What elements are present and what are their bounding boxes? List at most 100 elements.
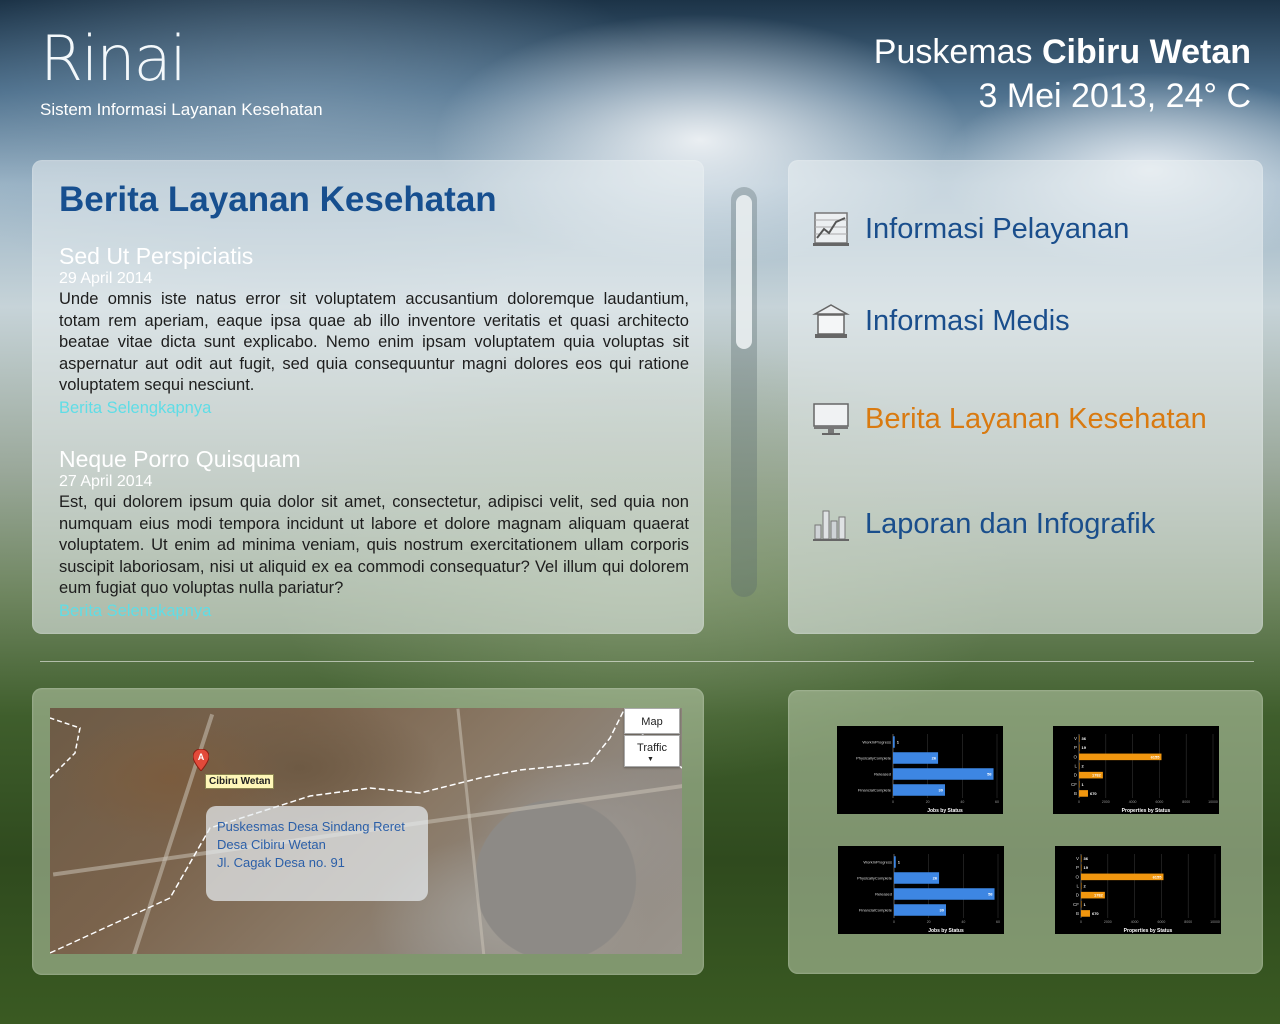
traffic-label: Traffic [637, 742, 667, 754]
bar [1081, 910, 1090, 917]
bar [1079, 780, 1080, 788]
category-label: B [1076, 911, 1079, 916]
menu-label: Informasi Pelayanan [865, 212, 1130, 245]
category-label: B [1074, 791, 1077, 796]
chart-title: Jobs by Status [928, 928, 964, 934]
x-tick-label: 0 [892, 800, 894, 804]
data-label: 36 [1084, 856, 1089, 861]
info-line: Desa Cibiru Wetan [217, 837, 326, 852]
map-info-window: Puskesmas Desa Sindang Reret Desa Cibiru… [206, 806, 428, 901]
x-tick-label: 8000 [1184, 920, 1192, 924]
chart-title: Properties by Status [1122, 808, 1171, 814]
x-tick-label: 60 [995, 800, 999, 804]
bar-chart-icon [812, 505, 850, 543]
read-more-link[interactable]: Berita Selengkapnya [59, 600, 689, 622]
x-tick-label: 40 [961, 920, 965, 924]
app-logo: Rinai [40, 22, 187, 95]
menu-label: Berita Layanan Kesehatan [865, 402, 1207, 435]
article-title: Neque Porro Quisquam [59, 446, 301, 472]
article-date: 29 April 2014 [59, 270, 153, 287]
bar-chart: 0 20 40 60 WorkInProgress 1 PhysicallyComplete… [856, 734, 999, 814]
read-more-link[interactable]: Berita Selengkapnya [59, 397, 689, 419]
news-article: Neque Porro Quisquam 27 April 2014 Est, … [59, 446, 689, 622]
news-article: Sed Ut Perspiciatis 29 April 2014 Unde o… [59, 243, 689, 419]
monitor-icon [812, 400, 850, 438]
bar [1081, 882, 1082, 890]
category-label: WorkInProgress [862, 740, 891, 745]
building-icon [812, 302, 850, 340]
news-scrollbar[interactable] [731, 187, 757, 597]
map-panel: Map Traffic ▼ A Cibiru Wetan Puskesmas D… [32, 688, 704, 975]
data-label: 1 [1084, 902, 1087, 907]
marker-letter: A [198, 752, 205, 762]
category-label: WorkInProgress [863, 860, 892, 865]
data-label: 2 [1084, 884, 1087, 889]
menu-label: Informasi Medis [865, 304, 1070, 337]
x-tick-label: 4000 [1129, 800, 1137, 804]
map-type-button[interactable]: Map [624, 708, 680, 734]
x-tick-label: 0 [1080, 920, 1082, 924]
traffic-button[interactable]: Traffic ▼ [624, 735, 680, 767]
x-tick-label: 6000 [1156, 800, 1164, 804]
data-label: 36 [1082, 736, 1087, 741]
news-title: Berita Layanan Kesehatan [59, 180, 497, 219]
data-label: 26 [932, 756, 937, 761]
menu-item-berita-layanan[interactable]: Berita Layanan Kesehatan [812, 400, 1207, 438]
bar-chart: 0 2000 4000 6000 8000 10000 V 36 P 19 O 6155 L 2D 1782… [1071, 734, 1218, 814]
bar-chart: 0 2000 4000 6000 8000 10000 V 36 P 19 O 6155 L 2D 1782… [1073, 854, 1220, 934]
category-label: PhysicallyComplete [857, 876, 893, 881]
chart-jobs-by-status[interactable]: 0 20 40 60 WorkInProgress 1 PhysicallyComplete… [838, 846, 1004, 934]
category-label: D [1076, 893, 1080, 898]
chart-properties-by-status[interactable]: 0 2000 4000 6000 8000 10000 V 36 P 19 O 6155 L 2 D 1782… [1055, 846, 1221, 934]
article-date: 27 April 2014 [59, 473, 153, 490]
menu-item-informasi-pelayanan[interactable]: Informasi Pelayanan [812, 210, 1129, 248]
line-chart-icon [812, 210, 850, 248]
category-label: PhysicallyComplete [856, 756, 892, 761]
app-subtitle: Sistem Informasi Layanan Kesehatan [40, 100, 323, 119]
bar [1079, 753, 1162, 761]
data-label: 58 [988, 892, 993, 897]
category-label: L [1074, 764, 1077, 769]
bar [1079, 790, 1088, 797]
marker-label: Cibiru Wetan [205, 774, 275, 789]
bar [1079, 744, 1080, 752]
category-label: P [1076, 865, 1079, 870]
data-label: 30 [940, 908, 945, 913]
map-pin-icon[interactable]: A [193, 749, 209, 771]
article-body: Est, qui dolorem ipsum quia dolor sit am… [59, 493, 689, 597]
brand: Rinai Sistem Informasi Layanan Kesehatan [40, 24, 323, 120]
bar [1081, 900, 1082, 908]
clinic-prefix: Puskemas [873, 33, 1042, 71]
charts-panel: 0 20 40 60 WorkInProgress 1 PhysicallyComplete… [788, 690, 1263, 974]
section-divider [40, 661, 1254, 662]
data-label: 1782 [1092, 773, 1102, 778]
data-label: 1 [1082, 782, 1085, 787]
menu-item-laporan[interactable]: Laporan dan Infografik [812, 505, 1155, 543]
menu-panel: Informasi Pelayanan Informasi Medis Beri… [788, 160, 1263, 634]
article-body: Unde omnis iste natus error sit voluptat… [59, 290, 689, 394]
bar [1081, 855, 1082, 862]
menu-item-informasi-medis[interactable]: Informasi Medis [812, 302, 1070, 340]
article-title: Sed Ut Perspiciatis [59, 243, 254, 269]
chart-title: Properties by Status [1124, 928, 1173, 934]
scroll-thumb[interactable] [736, 195, 752, 349]
menu-label: Laporan dan Infografik [865, 507, 1156, 540]
location-map[interactable]: Map Traffic ▼ A Cibiru Wetan Puskesmas D… [50, 708, 682, 954]
date-weather: 3 Mei 2013, 24° C [978, 77, 1251, 115]
info-line: Puskesmas Desa Sindang Reret [217, 819, 405, 834]
x-tick-label: 10000 [1210, 920, 1220, 924]
x-tick-label: 6000 [1158, 920, 1166, 924]
x-tick-label: 20 [926, 800, 930, 804]
clinic-location: Cibiru Wetan [1041, 33, 1251, 71]
category-label: P [1074, 745, 1077, 750]
data-label: 19 [1082, 745, 1087, 750]
chart-properties-by-status[interactable]: 0 2000 4000 6000 8000 10000 V 36 P 19 O 6155 L 2 D 1782… [1053, 726, 1219, 814]
bar [1081, 864, 1082, 872]
chart-title: Jobs by Status [927, 808, 963, 814]
x-tick-label: 2000 [1102, 800, 1110, 804]
data-label: 670 [1090, 791, 1097, 796]
data-label: 19 [1084, 865, 1089, 870]
chart-jobs-by-status[interactable]: 0 20 40 60 WorkInProgress 1 PhysicallyComplete… [837, 726, 1003, 814]
bar-chart: 0 20 40 60 WorkInProgress 1 PhysicallyComplete… [857, 854, 1000, 934]
bar [893, 768, 994, 780]
